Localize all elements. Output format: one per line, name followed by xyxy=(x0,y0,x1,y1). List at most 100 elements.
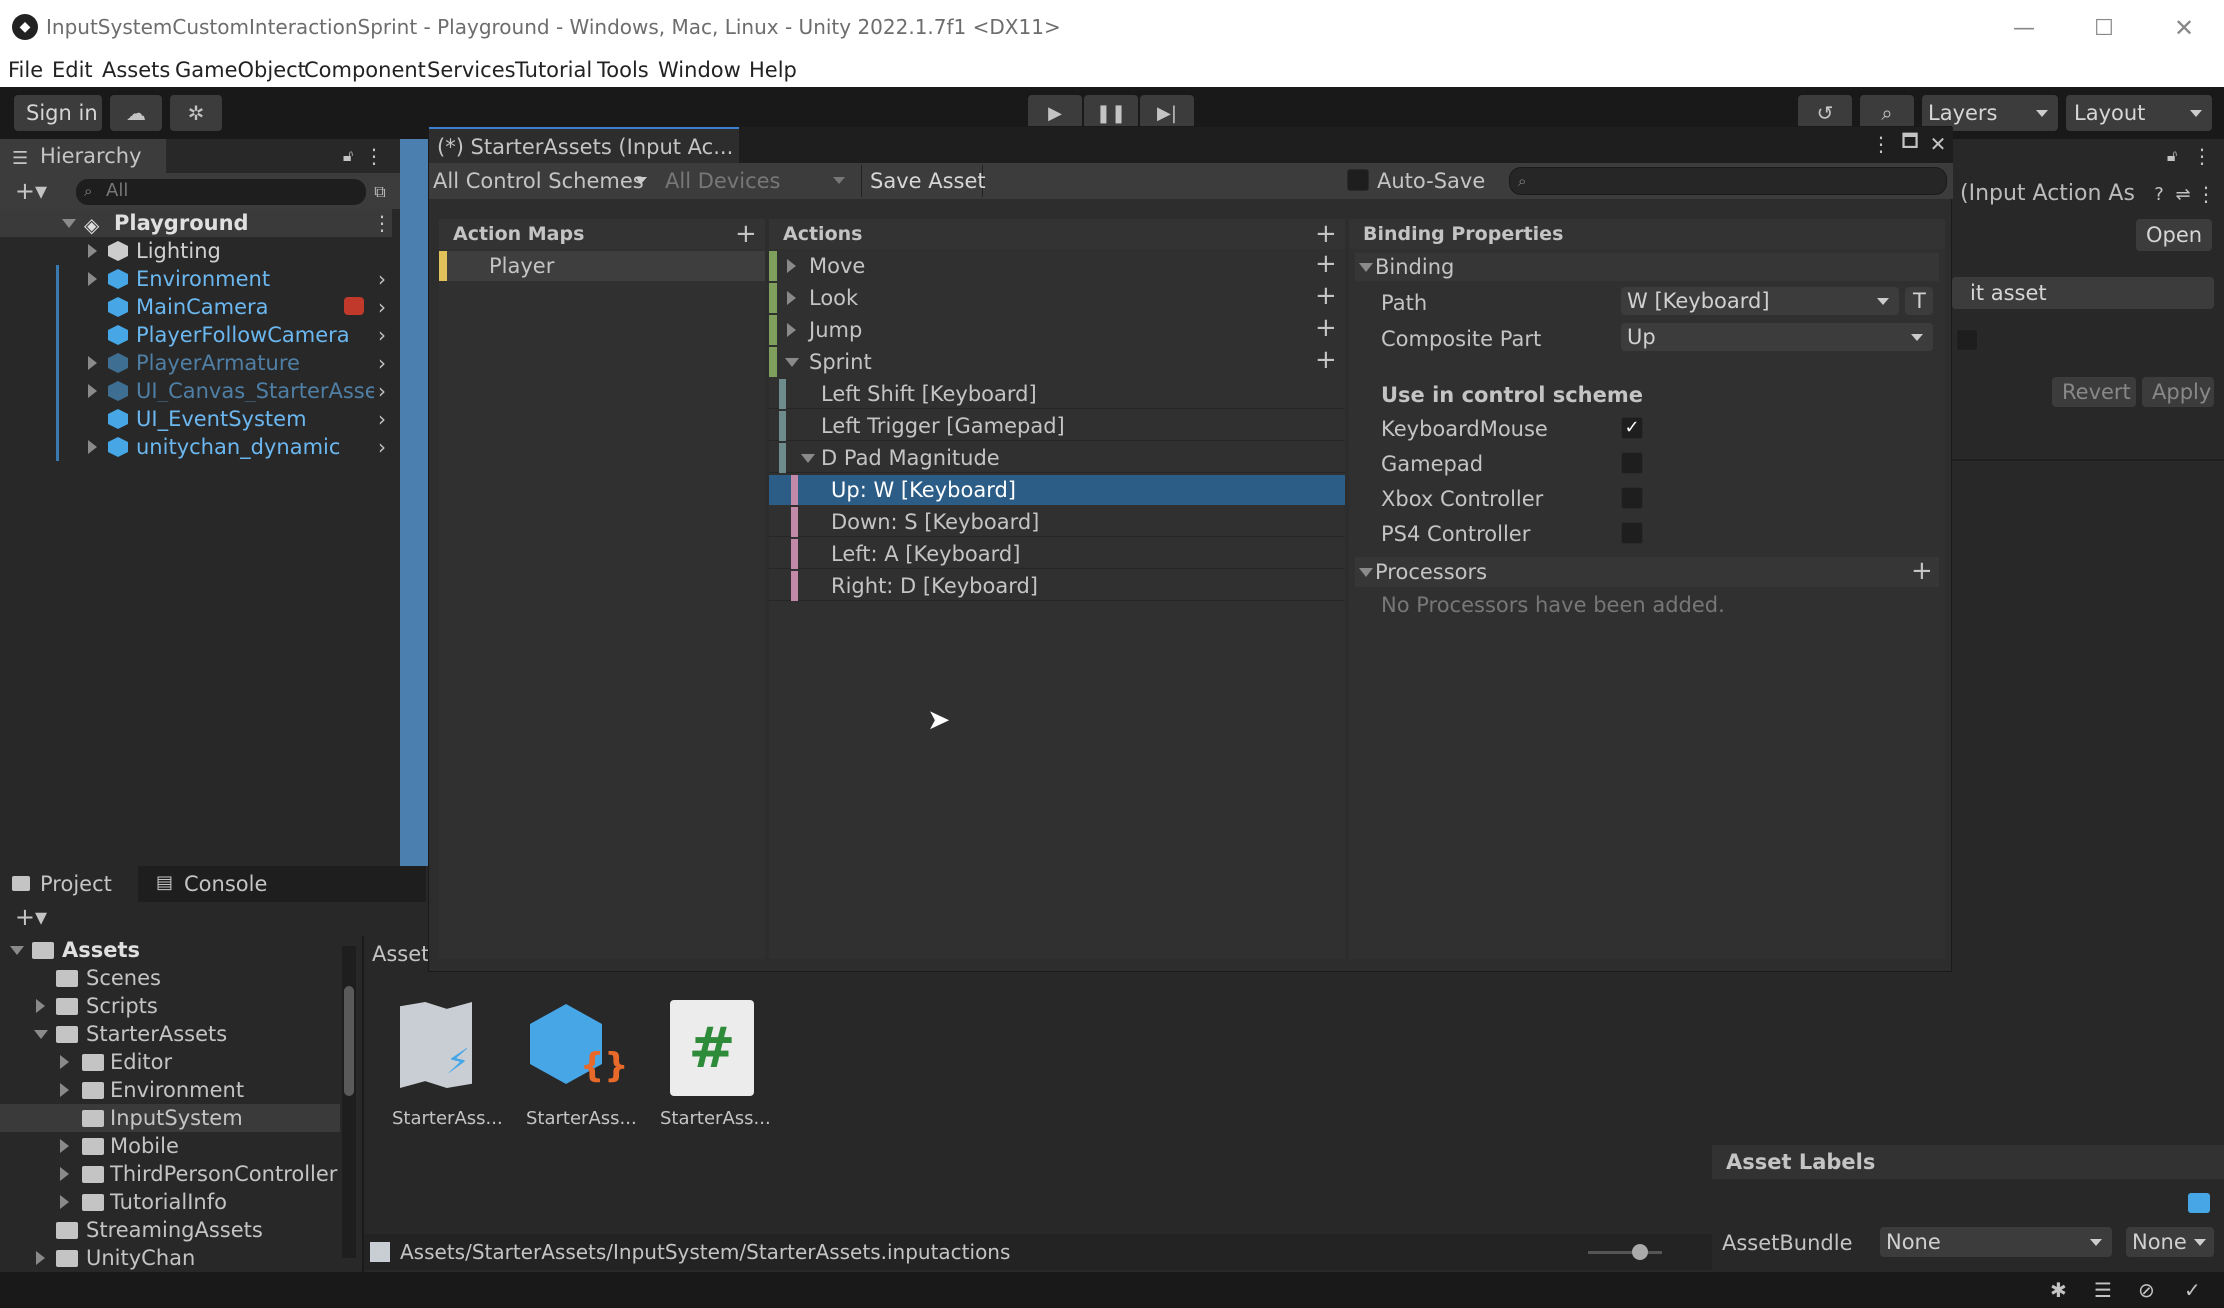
chevron-right-icon[interactable]: › xyxy=(378,435,386,459)
menu-assets[interactable]: Assets xyxy=(102,60,170,81)
editor-tab[interactable]: (*) StarterAssets (Input Ac... xyxy=(429,127,739,163)
debug-icon[interactable]: ✱ xyxy=(2050,1278,2067,1302)
action-map-player[interactable]: Player xyxy=(439,251,765,281)
hierarchy-tab[interactable]: ☰ Hierarchy xyxy=(0,139,166,173)
menu-tutorial[interactable]: Tutorial xyxy=(515,60,592,81)
collapse-icon[interactable] xyxy=(785,358,799,367)
search-input[interactable]: ⌕ All xyxy=(76,179,366,205)
kebab-menu-icon[interactable]: ⋮ xyxy=(364,143,384,169)
kebab-menu-icon[interactable]: ⋮ xyxy=(372,211,392,235)
expand-icon[interactable] xyxy=(88,272,97,286)
tree-item-scenes[interactable]: Scenes xyxy=(0,964,340,992)
expand-icon[interactable] xyxy=(36,1251,45,1265)
status-check-icon[interactable]: ✓ xyxy=(2184,1278,2201,1302)
save-asset-button[interactable]: Save Asset xyxy=(861,165,986,197)
chevron-right-icon[interactable]: › xyxy=(378,267,386,291)
expand-icon[interactable] xyxy=(787,323,796,337)
expand-icon[interactable] xyxy=(60,1083,69,1097)
path-dropdown[interactable]: W [Keyboard] xyxy=(1621,287,1899,315)
tree-item-starterassets[interactable]: StarterAssets xyxy=(0,1020,340,1048)
add-icon[interactable]: + xyxy=(1315,219,1337,249)
binding-left-trigger[interactable]: Left Trigger [Gamepad] xyxy=(769,411,1345,441)
add-binding-icon[interactable]: + xyxy=(1315,249,1337,279)
add-icon[interactable]: +▾ xyxy=(8,177,54,205)
expand-icon[interactable] xyxy=(62,219,76,228)
expand-icon[interactable] xyxy=(88,384,97,398)
scene-view[interactable] xyxy=(400,139,428,866)
asset-item[interactable]: {} StarterAss... xyxy=(522,996,637,1128)
composite-part-down[interactable]: Down: S [Keyboard] xyxy=(769,507,1345,537)
menu-tools[interactable]: Tools xyxy=(597,60,649,81)
composite-dpad-magnitude[interactable]: D Pad Magnitude xyxy=(769,443,1345,473)
auto-save-checkbox[interactable] xyxy=(1347,169,1369,191)
add-icon[interactable]: + xyxy=(1911,556,1933,586)
apply-button[interactable]: Apply xyxy=(2142,377,2214,407)
tree-item-assets[interactable]: Assets xyxy=(0,936,340,964)
tree-item-streamingassets[interactable]: StreamingAssets xyxy=(0,1216,340,1244)
tree-item-mobile[interactable]: Mobile xyxy=(0,1132,340,1160)
chevron-right-icon[interactable]: › xyxy=(378,351,386,375)
action-move[interactable]: Move + xyxy=(769,249,1345,281)
chevron-right-icon[interactable]: › xyxy=(378,379,386,403)
scheme-checkbox[interactable] xyxy=(1621,522,1643,544)
expand-icon[interactable] xyxy=(60,1167,69,1181)
chevron-right-icon[interactable]: › xyxy=(378,295,386,319)
minimize-icon[interactable]: — xyxy=(2006,10,2042,46)
menu-gameobject[interactable]: GameObject xyxy=(175,60,306,81)
binding-section-header[interactable]: Binding xyxy=(1355,253,1939,281)
asset-item[interactable]: ⚡ StarterAss... xyxy=(390,996,503,1128)
composite-part-left[interactable]: Left: A [Keyboard] xyxy=(769,539,1345,569)
scheme-row-xbox[interactable]: Xbox Controller xyxy=(1349,483,1945,513)
add-binding-icon[interactable]: + xyxy=(1315,281,1337,311)
scrollbar-thumb[interactable] xyxy=(344,986,354,1096)
tree-item-thirdpersoncontroller[interactable]: ThirdPersonController xyxy=(0,1160,340,1188)
collapse-icon[interactable] xyxy=(1359,568,1373,577)
menu-help[interactable]: Help xyxy=(749,60,797,81)
expand-icon[interactable] xyxy=(787,291,796,305)
asset-item[interactable]: # StarterAss... xyxy=(656,996,771,1128)
tab-console[interactable]: ▤ Console xyxy=(142,866,282,902)
label-tag-icon[interactable] xyxy=(2188,1193,2210,1213)
close-icon[interactable]: ✕ xyxy=(1925,131,1951,157)
tree-item-inputsystem[interactable]: InputSystem xyxy=(0,1104,340,1132)
kebab-menu-icon[interactable]: ⋮ xyxy=(2192,143,2212,169)
expand-icon[interactable] xyxy=(88,356,97,370)
maximize-icon[interactable]: 🗖︎ xyxy=(1897,131,1923,157)
lock-icon[interactable]: 🔓︎ xyxy=(336,143,360,169)
maximize-icon[interactable]: ☐ xyxy=(2086,10,2122,46)
inspector-checkbox[interactable] xyxy=(1956,329,1978,351)
tree-item-environment[interactable]: Environment xyxy=(0,1076,340,1104)
scheme-checkbox[interactable] xyxy=(1621,487,1643,509)
expand-icon[interactable] xyxy=(36,999,45,1013)
hierarchy-item-lighting[interactable]: Lighting xyxy=(0,237,392,265)
control-schemes-dropdown[interactable]: All Control Schemes xyxy=(429,165,653,197)
scheme-row-ps4[interactable]: PS4 Controller xyxy=(1349,518,1945,548)
binding-left-shift[interactable]: Left Shift [Keyboard] xyxy=(769,379,1345,409)
expand-icon[interactable] xyxy=(60,1195,69,1209)
tree-item-editor[interactable]: Editor xyxy=(0,1048,340,1076)
processors-section-header[interactable]: Processors + xyxy=(1355,556,1939,587)
expand-icon[interactable] xyxy=(60,1055,69,1069)
zoom-slider-handle[interactable] xyxy=(1632,1244,1648,1260)
expand-icon[interactable] xyxy=(34,1030,48,1039)
cloud-icon[interactable]: ☁ xyxy=(110,95,162,131)
expand-icon[interactable] xyxy=(88,440,97,454)
layout-dropdown[interactable]: Layout xyxy=(2066,95,2212,131)
textual-path-toggle[interactable]: T xyxy=(1905,287,1933,315)
devices-dropdown[interactable]: All Devices xyxy=(661,165,853,197)
lock-icon[interactable]: 🔓︎ xyxy=(2160,143,2184,169)
sign-in-button[interactable]: Sign in xyxy=(14,95,102,131)
breadcrumb[interactable]: Asset xyxy=(372,944,429,965)
collapse-icon[interactable] xyxy=(801,454,815,463)
network-icon[interactable]: ⊘ xyxy=(2138,1278,2155,1302)
edit-asset-button[interactable]: it asset xyxy=(1952,277,2214,309)
add-binding-icon[interactable]: + xyxy=(1315,345,1337,375)
menu-edit[interactable]: Edit xyxy=(52,60,93,81)
scene-row[interactable]: ◈ Playground ⋮ xyxy=(0,209,392,237)
scheme-row-gamepad[interactable]: Gamepad xyxy=(1349,448,1945,478)
chevron-right-icon[interactable]: › xyxy=(378,323,386,347)
tree-item-tutorialinfo[interactable]: TutorialInfo xyxy=(0,1188,340,1216)
zoom-slider[interactable] xyxy=(1588,1251,1662,1254)
menu-window[interactable]: Window xyxy=(658,60,741,81)
collapse-icon[interactable] xyxy=(1359,263,1373,272)
